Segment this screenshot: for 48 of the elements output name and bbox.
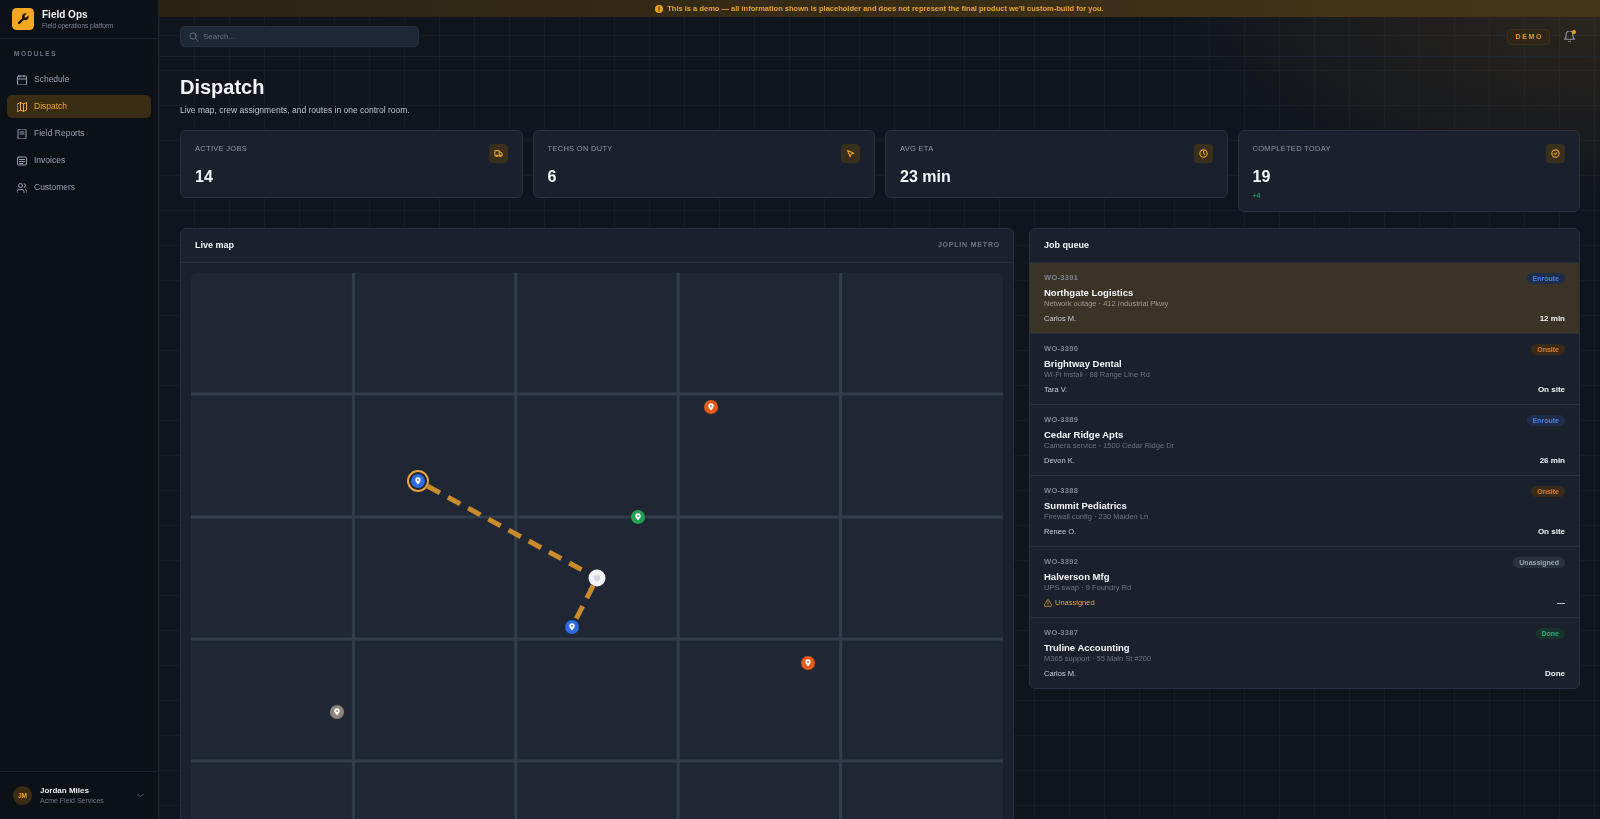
stat-value: 19 — [1252, 167, 1272, 187]
nav-item[interactable]: Invoices — [7, 149, 151, 172]
bell-icon[interactable] — [1564, 31, 1575, 42]
cursor-icon — [841, 144, 860, 163]
map-pin-icon[interactable] — [704, 400, 718, 414]
stat-value: 23 min — [900, 167, 951, 187]
users-icon — [17, 182, 27, 193]
info-icon — [655, 4, 664, 13]
wrench-icon — [12, 8, 34, 30]
eta-text: 26 min — [1539, 455, 1565, 467]
nav-item[interactable]: Field Reports — [7, 122, 151, 145]
clipboard-icon — [17, 128, 27, 139]
stat-value: 14 — [195, 167, 214, 187]
job-name: Truline Accounting — [1044, 641, 1131, 654]
truck-icon — [488, 144, 508, 163]
page-title: Dispatch — [180, 75, 266, 100]
job-name: Halverson Mfg — [1044, 570, 1111, 583]
nav-item[interactable]: Dispatch — [7, 95, 151, 118]
map-icon — [17, 101, 27, 112]
map-pin-icon[interactable] — [801, 656, 815, 670]
eta-text: On site — [1537, 384, 1565, 396]
eta-text: — — [1557, 597, 1565, 609]
clock-icon — [1193, 144, 1213, 163]
location-dot-icon[interactable] — [588, 569, 606, 587]
map-pin-icon[interactable] — [330, 705, 344, 719]
card-title: Live map — [195, 238, 234, 252]
eta-text: On site — [1537, 526, 1565, 538]
job-name: Northgate Logistics — [1044, 286, 1135, 299]
eta-text: Done — [1545, 668, 1565, 680]
search-field[interactable]: Search... — [180, 26, 419, 47]
user-name: Jordan Miles — [40, 786, 90, 796]
search-icon — [189, 32, 198, 41]
job-name: Cedar Ridge Apts — [1044, 428, 1125, 441]
stat-value: 6 — [547, 167, 558, 187]
map-pin-icon[interactable] — [407, 470, 429, 492]
job-name: Summit Pediatrics — [1044, 499, 1128, 512]
calendar-icon — [17, 74, 27, 85]
brand-title: Field Ops — [42, 8, 89, 21]
receipt-icon — [17, 155, 27, 166]
eta-text: 12 min — [1539, 313, 1565, 325]
map-pin-icon[interactable] — [631, 510, 645, 524]
warning-icon — [1044, 599, 1052, 607]
card-title: Job queue — [1044, 238, 1089, 252]
nav-item[interactable]: Customers — [7, 176, 151, 199]
map-pin-icon[interactable] — [565, 620, 579, 634]
job-name: Brightway Dental — [1044, 357, 1123, 370]
nav-item[interactable]: Schedule — [7, 68, 151, 91]
page-subtitle: Live map, crew assignments, and routes in one control room. — [180, 104, 411, 116]
